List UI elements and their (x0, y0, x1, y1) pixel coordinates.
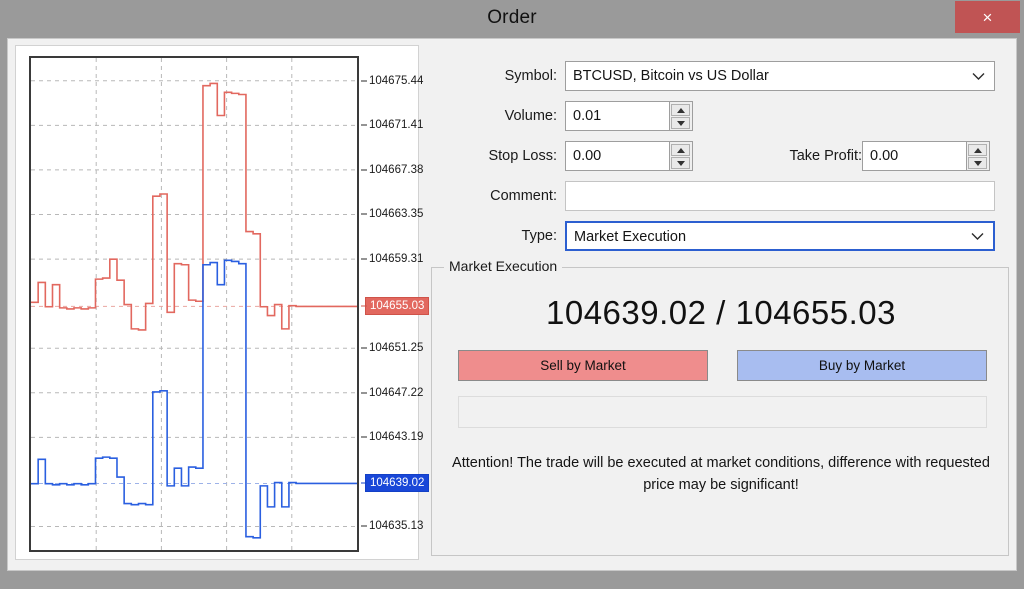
symbol-row: Symbol: BTCUSD, Bitcoin vs US Dollar (427, 61, 1011, 91)
comment-label: Comment: (490, 188, 557, 204)
stop-loss-increment-button[interactable] (671, 144, 690, 156)
triangle-up-icon (676, 107, 685, 113)
order-window: Order × 104675.44 104671.41 104667.38 10466… (0, 0, 1024, 589)
axis-tick-label: 104663.35 (369, 208, 424, 221)
triangle-down-icon (973, 160, 982, 166)
axis-tick (361, 169, 367, 171)
tick-chart-plot (29, 56, 359, 552)
symbol-label: Symbol: (504, 68, 557, 84)
quote-display: 104639.02 / 104655.03 (546, 294, 896, 331)
bid-price-badge: 104639.02 (365, 474, 430, 493)
type-value: Market Execution (574, 229, 687, 245)
tick-chart-svg (31, 58, 357, 550)
axis-tick-label: 104667.38 (369, 163, 424, 176)
take-profit-increment-button[interactable] (968, 144, 987, 156)
volume-label: Volume: (504, 108, 557, 124)
take-profit-decrement-button[interactable] (968, 157, 987, 169)
axis-tick (361, 482, 367, 484)
axis-tick (361, 80, 367, 82)
window-title: Order (487, 7, 537, 28)
market-execution-group: Market Execution 104639.02 / 104655.03 S… (431, 258, 1009, 556)
type-row: Type: Market Execution (427, 221, 1011, 251)
market-execution-title: Market Execution (444, 258, 563, 274)
axis-tick (361, 124, 367, 126)
ask-price-badge: 104655.03 (365, 297, 430, 316)
volume-decrement-button[interactable] (671, 117, 690, 129)
axis-tick (361, 436, 367, 438)
attention-message: Attention! The trade will be executed at… (452, 455, 990, 493)
volume-increment-button[interactable] (671, 104, 690, 116)
type-select[interactable]: Market Execution (565, 221, 995, 251)
take-profit-stepper[interactable] (967, 141, 990, 171)
stop-loss-label: Stop Loss: (488, 148, 557, 164)
tick-chart-panel: 104675.44 104671.41 104667.38 104663.35 1046… (15, 45, 430, 560)
take-profit-label: Take Profit: (789, 148, 862, 164)
volume-stepper[interactable] (670, 101, 693, 131)
buy-by-market-button[interactable]: Buy by Market (737, 350, 987, 381)
chevron-down-icon (971, 233, 984, 240)
stop-loss-stepper[interactable] (670, 141, 693, 171)
close-icon: × (982, 7, 993, 27)
axis-tick (361, 392, 367, 394)
volume-row: Volume: (427, 101, 1011, 131)
sell-button-label: Sell by Market (540, 358, 626, 373)
axis-tick (361, 305, 367, 307)
dialog-body: 104675.44 104671.41 104667.38 104663.35 1046… (7, 38, 1017, 571)
sell-by-market-button[interactable]: Sell by Market (458, 350, 708, 381)
chevron-down-icon (972, 73, 985, 80)
stoploss-takeprofit-row: Stop Loss: Take Profit: (427, 141, 1011, 171)
stop-loss-input[interactable] (565, 141, 670, 171)
type-label: Type: (521, 228, 557, 244)
axis-tick (361, 525, 367, 527)
close-button[interactable]: × (955, 1, 1020, 33)
order-form: Symbol: BTCUSD, Bitcoin vs US Dollar Vol… (427, 45, 1011, 560)
symbol-select[interactable]: BTCUSD, Bitcoin vs US Dollar (565, 61, 995, 91)
triangle-up-icon (676, 147, 685, 153)
comment-input[interactable] (565, 181, 995, 211)
axis-tick-label: 104671.41 (369, 119, 424, 132)
axis-tick-label: 104643.19 (369, 431, 424, 444)
stop-loss-decrement-button[interactable] (671, 157, 690, 169)
axis-tick (361, 347, 367, 349)
axis-tick (361, 258, 367, 260)
price-axis: 104675.44 104671.41 104667.38 104663.35 1046… (361, 56, 430, 552)
triangle-down-icon (676, 120, 685, 126)
axis-tick-label: 104647.22 (369, 386, 424, 399)
axis-tick-label: 104635.13 (369, 520, 424, 533)
triangle-up-icon (973, 147, 982, 153)
symbol-value: BTCUSD, Bitcoin vs US Dollar (573, 68, 769, 84)
take-profit-input[interactable] (862, 141, 967, 171)
status-panel (458, 396, 987, 428)
axis-tick-label: 104651.25 (369, 342, 424, 355)
volume-input[interactable] (565, 101, 670, 131)
axis-tick-label: 104659.31 (369, 253, 424, 266)
triangle-down-icon (676, 160, 685, 166)
axis-tick (361, 213, 367, 215)
buy-button-label: Buy by Market (818, 358, 906, 373)
comment-row: Comment: (427, 181, 1011, 211)
axis-tick-label: 104675.44 (369, 74, 424, 87)
title-bar: Order × (0, 0, 1024, 38)
